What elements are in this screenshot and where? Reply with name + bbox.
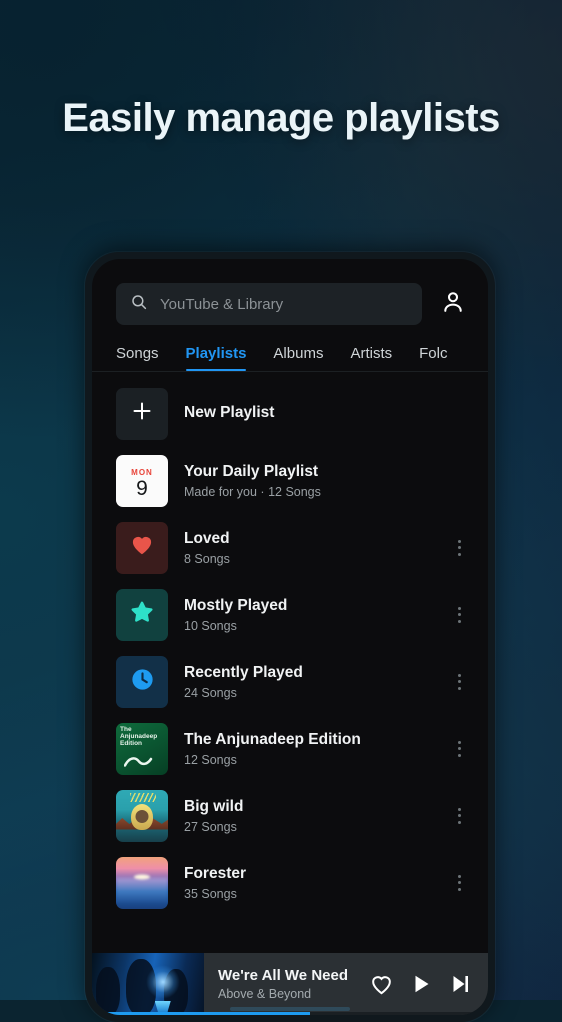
home-indicator (230, 1007, 350, 1011)
overflow-menu-button[interactable] (448, 606, 474, 623)
playlist-list[interactable]: New Playlist MON 9 Your Daily Playlist M… (92, 372, 488, 953)
album-artwork: The Anjunadeep Edition (116, 722, 168, 775)
list-item-title: The Anjunadeep Edition (184, 731, 361, 749)
list-item-meta: New Playlist (184, 403, 474, 423)
playback-progress-bar[interactable] (92, 1012, 488, 1015)
list-item-meta: Mostly Played 10 Songs (184, 596, 432, 632)
list-item-title: Big wild (184, 798, 244, 816)
recently-played-art (116, 655, 168, 708)
list-item-subtitle: 35 Songs (184, 886, 237, 901)
list-item-meta: Forester 35 Songs (184, 864, 432, 900)
list-item[interactable]: Recently Played 24 Songs (92, 648, 488, 715)
favorite-button[interactable] (369, 972, 394, 997)
artwork-detail (135, 810, 149, 824)
promo-headline: Easily manage playlists (62, 96, 500, 140)
tab-folders[interactable]: Folc (419, 345, 447, 371)
now-playing-title: We're All We Need (218, 967, 348, 985)
tab-songs[interactable]: Songs (116, 345, 159, 371)
overflow-menu-button[interactable] (448, 539, 474, 556)
list-item-meta: Recently Played 24 Songs (184, 663, 432, 699)
skip-next-button[interactable] (448, 972, 472, 996)
list-item-meta: Your Daily Playlist Made for you · 12 So… (184, 462, 474, 498)
top-bar: YouTube & Library (92, 259, 488, 325)
artwork-detail (96, 967, 120, 1015)
album-artwork (116, 789, 168, 842)
album-artwork (116, 856, 168, 909)
list-item[interactable]: New Playlist (92, 380, 488, 447)
list-item-meta: The Anjunadeep Edition 12 Songs (184, 730, 432, 766)
list-item-meta: Loved 8 Songs (184, 529, 432, 565)
artwork-detail (130, 792, 156, 802)
list-item-title: New Playlist (184, 404, 275, 422)
artwork-detail (116, 878, 168, 905)
list-item-subtitle: 10 Songs (184, 618, 237, 633)
list-item-title: Your Daily Playlist (184, 463, 319, 481)
list-item[interactable]: Mostly Played 10 Songs (92, 581, 488, 648)
calendar-day-number: 9 (136, 477, 148, 500)
list-item[interactable]: Loved 8 Songs (92, 514, 488, 581)
list-item-title: Mostly Played (184, 597, 288, 615)
calendar-icon: MON 9 (116, 454, 168, 507)
now-playing-artwork[interactable] (92, 953, 204, 1015)
list-item-title: Recently Played (184, 664, 303, 682)
now-playing-artist: Above & Beyond (218, 986, 312, 1001)
tab-artists[interactable]: Artists (350, 345, 392, 371)
now-playing-controls (369, 972, 488, 997)
clock-icon (129, 666, 156, 698)
list-item-title: Loved (184, 530, 230, 548)
list-item-subtitle: 12 Songs (184, 752, 237, 767)
mostly-played-art (116, 588, 168, 641)
search-input[interactable]: YouTube & Library (116, 283, 422, 325)
calendar-day-of-week: MON (131, 468, 153, 477)
artwork-detail (134, 874, 150, 880)
tab-bar: Songs Playlists Albums Artists Folc (92, 325, 488, 371)
overflow-menu-button[interactable] (448, 740, 474, 757)
loved-playlist-art (116, 521, 168, 574)
phone-mockup: YouTube & Library Songs Playlists Albums… (85, 252, 495, 1022)
search-placeholder: YouTube & Library (160, 295, 284, 313)
list-item-title: Forester (184, 865, 247, 883)
tab-albums[interactable]: Albums (273, 345, 323, 371)
play-button[interactable] (409, 972, 433, 996)
album-artwork-text: The Anjunadeep Edition (120, 725, 158, 748)
list-item[interactable]: The Anjunadeep Edition The Anjunadeep Edit… (92, 715, 488, 782)
list-item[interactable]: Big wild 27 Songs (92, 782, 488, 849)
account-avatar-icon (440, 289, 466, 320)
artwork-detail (145, 965, 180, 1000)
overflow-menu-button[interactable] (448, 807, 474, 824)
heart-icon (129, 532, 155, 563)
search-icon (130, 293, 148, 316)
list-item[interactable]: Forester 35 Songs (92, 849, 488, 916)
now-playing-meta: We're All We Need Above & Beyond (204, 967, 369, 1001)
list-item-subtitle: 27 Songs (184, 819, 237, 834)
list-item-subtitle: Made for you · 12 Songs (184, 484, 321, 499)
overflow-menu-button[interactable] (448, 874, 474, 891)
star-icon (129, 599, 155, 630)
list-item-subtitle: 8 Songs (184, 551, 230, 566)
plus-icon (130, 399, 154, 428)
list-item-subtitle: 24 Songs (184, 685, 237, 700)
new-playlist-art (116, 387, 168, 440)
overflow-menu-button[interactable] (448, 673, 474, 690)
phone-screen: YouTube & Library Songs Playlists Albums… (92, 259, 488, 1015)
now-playing-bar[interactable]: We're All We Need Above & Beyond (92, 953, 488, 1015)
list-item[interactable]: MON 9 Your Daily Playlist Made for you ·… (92, 447, 488, 514)
account-button[interactable] (436, 289, 470, 320)
tab-playlists[interactable]: Playlists (185, 345, 246, 371)
list-item-meta: Big wild 27 Songs (184, 797, 432, 833)
